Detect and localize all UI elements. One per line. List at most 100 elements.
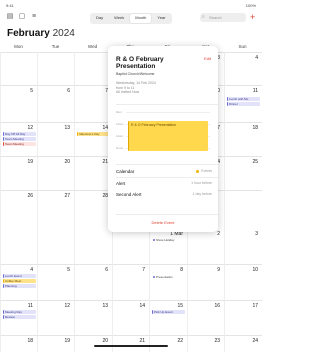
day-cell[interactable]: 5 bbox=[0, 85, 37, 122]
day-cell[interactable]: 18 bbox=[0, 335, 37, 352]
day-number: 16 bbox=[214, 303, 220, 309]
search-icon: ⌕ bbox=[202, 14, 205, 20]
day-cell[interactable]: 14 Valentine's Day bbox=[74, 122, 112, 156]
day-cell[interactable]: 4 Lunch Event Coffee Meet Planning bbox=[0, 264, 37, 300]
day-cell[interactable]: 24 bbox=[224, 335, 262, 352]
day-cell[interactable]: 21 bbox=[112, 335, 149, 352]
day-cell[interactable]: 3 bbox=[224, 190, 262, 264]
day-number: 18 bbox=[252, 125, 258, 131]
day-number: 15 bbox=[177, 303, 183, 309]
day-number: 2 bbox=[217, 231, 220, 237]
day-number: 3 bbox=[255, 231, 258, 237]
day-cell[interactable]: 10 bbox=[224, 264, 262, 300]
day-number: 13 bbox=[102, 303, 108, 309]
timeline-event-block[interactable]: R & O February Presentation bbox=[128, 121, 208, 151]
day-cell[interactable]: 9 bbox=[187, 264, 224, 300]
event-item[interactable]: Pick Up Event bbox=[152, 310, 185, 314]
event-item[interactable]: Team Meeting bbox=[3, 142, 36, 146]
view-switcher: Day Week Month Year bbox=[90, 13, 172, 24]
event-item[interactable]: Review bbox=[3, 315, 36, 319]
day-cell[interactable]: 7 bbox=[74, 85, 112, 122]
day-cell[interactable]: 20 bbox=[74, 335, 112, 352]
event-item[interactable]: Team Meeting bbox=[3, 137, 36, 141]
status-bar: 9:41 100% bbox=[0, 0, 262, 10]
divider bbox=[116, 214, 218, 215]
day-cell[interactable]: 13 bbox=[74, 300, 112, 335]
day-cell[interactable]: 12 Day Off All Day Team Meeting Team Mee… bbox=[0, 122, 37, 156]
inbox-icon[interactable]: ▢ bbox=[18, 13, 26, 21]
day-number: 4 bbox=[255, 55, 258, 61]
search-field[interactable]: ⌕ Search bbox=[200, 13, 246, 22]
day-cell[interactable]: 12 bbox=[37, 300, 74, 335]
event-item[interactable]: Day Off All Day bbox=[3, 132, 36, 136]
calendar-row[interactable]: Calendar Events bbox=[116, 167, 212, 176]
day-cell[interactable]: 7 bbox=[112, 264, 149, 300]
event-datetime: Wednesday, 14 Feb 2024 from 9 to 11 All … bbox=[116, 81, 206, 95]
event-item[interactable]: Coffee Meet bbox=[3, 279, 36, 283]
day-cell[interactable]: 17 bbox=[224, 300, 262, 335]
weekday-label: Mon bbox=[14, 44, 23, 49]
day-cell[interactable]: 16 bbox=[187, 300, 224, 335]
day-cell[interactable]: 18 bbox=[224, 122, 262, 156]
day-cell[interactable]: 20 bbox=[37, 156, 74, 190]
day-cell[interactable]: 28 bbox=[74, 190, 112, 264]
tab-week[interactable]: Week bbox=[109, 14, 129, 23]
event-item[interactable]: Valentine's Day bbox=[77, 132, 110, 136]
event-item[interactable]: Lunch with Mo bbox=[227, 97, 260, 101]
day-cell[interactable]: 11 Lunch with Mo Dinner bbox=[224, 85, 262, 122]
day-number: 25 bbox=[252, 159, 258, 165]
calendar-color-dot bbox=[196, 169, 200, 173]
day-cell[interactable]: 15 Pick Up Event bbox=[149, 300, 187, 335]
event-item[interactable]: Presentation bbox=[152, 275, 185, 279]
day-number: 13 bbox=[64, 125, 70, 131]
day-number: 6 bbox=[67, 88, 70, 94]
page-title: February 2024 bbox=[7, 28, 75, 39]
day-cell[interactable]: 6 bbox=[74, 264, 112, 300]
day-cell[interactable]: 8 Presentation bbox=[149, 264, 187, 300]
day-number: 21 bbox=[139, 338, 145, 344]
day-cell[interactable]: 14 bbox=[112, 300, 149, 335]
tab-month[interactable]: Month bbox=[130, 14, 152, 23]
day-cell[interactable]: 5 bbox=[37, 264, 74, 300]
event-location[interactable]: Baptist Church/Welcome bbox=[116, 72, 154, 76]
delete-event-button[interactable]: Delete Event bbox=[108, 220, 218, 225]
second-alert-row[interactable]: Second Alert 1 day before bbox=[116, 190, 212, 199]
day-cell[interactable]: 25 bbox=[224, 156, 262, 190]
day-cell[interactable]: 4 bbox=[224, 52, 262, 85]
tab-day[interactable]: Day bbox=[91, 14, 108, 23]
tab-year[interactable]: Year bbox=[152, 14, 170, 23]
day-cell[interactable] bbox=[74, 52, 112, 85]
calendar-value-text: Events bbox=[201, 169, 212, 173]
alert-row[interactable]: Alert 1 hour before bbox=[116, 179, 212, 188]
event-item[interactable]: Planning bbox=[3, 284, 36, 288]
day-cell[interactable]: 13 bbox=[37, 122, 74, 156]
day-cell[interactable]: 27 bbox=[37, 190, 74, 264]
day-cell[interactable]: 22 bbox=[149, 335, 187, 352]
event-item[interactable]: Dinner bbox=[227, 102, 260, 106]
event-item[interactable]: Lunch Event bbox=[3, 274, 36, 278]
timeline-line bbox=[126, 112, 210, 113]
add-event-button[interactable]: + bbox=[250, 12, 255, 22]
divider bbox=[116, 104, 218, 105]
event-item[interactable]: Meeting Day bbox=[3, 310, 36, 314]
day-cell[interactable]: 19 bbox=[0, 156, 37, 190]
day-cell[interactable]: 26 bbox=[0, 190, 37, 264]
sidebar-icon[interactable]: ▤ bbox=[6, 13, 14, 21]
day-cell[interactable]: 23 bbox=[187, 335, 224, 352]
day-number: 12 bbox=[27, 125, 33, 131]
calendar-list-icon[interactable]: ≡ bbox=[30, 13, 38, 21]
day-number: 18 bbox=[27, 338, 33, 344]
day-cell[interactable]: 19 bbox=[37, 335, 74, 352]
day-cell[interactable]: 11 Meeting Day Review bbox=[0, 300, 37, 335]
day-cell[interactable] bbox=[0, 52, 37, 85]
day-cell[interactable] bbox=[37, 52, 74, 85]
search-placeholder: Search bbox=[209, 15, 222, 20]
month-label: February bbox=[7, 28, 50, 39]
edit-button[interactable]: Edit bbox=[204, 56, 211, 61]
event-item[interactable]: Show Holiday bbox=[152, 238, 185, 242]
day-cell[interactable]: 6 bbox=[37, 85, 74, 122]
home-indicator[interactable] bbox=[94, 345, 168, 347]
day-cell[interactable]: 21 bbox=[74, 156, 112, 190]
toolbar: ▤ ▢ ≡ Day Week Month Year ⌕ Search + bbox=[0, 11, 262, 25]
day-number: 22 bbox=[177, 338, 183, 344]
